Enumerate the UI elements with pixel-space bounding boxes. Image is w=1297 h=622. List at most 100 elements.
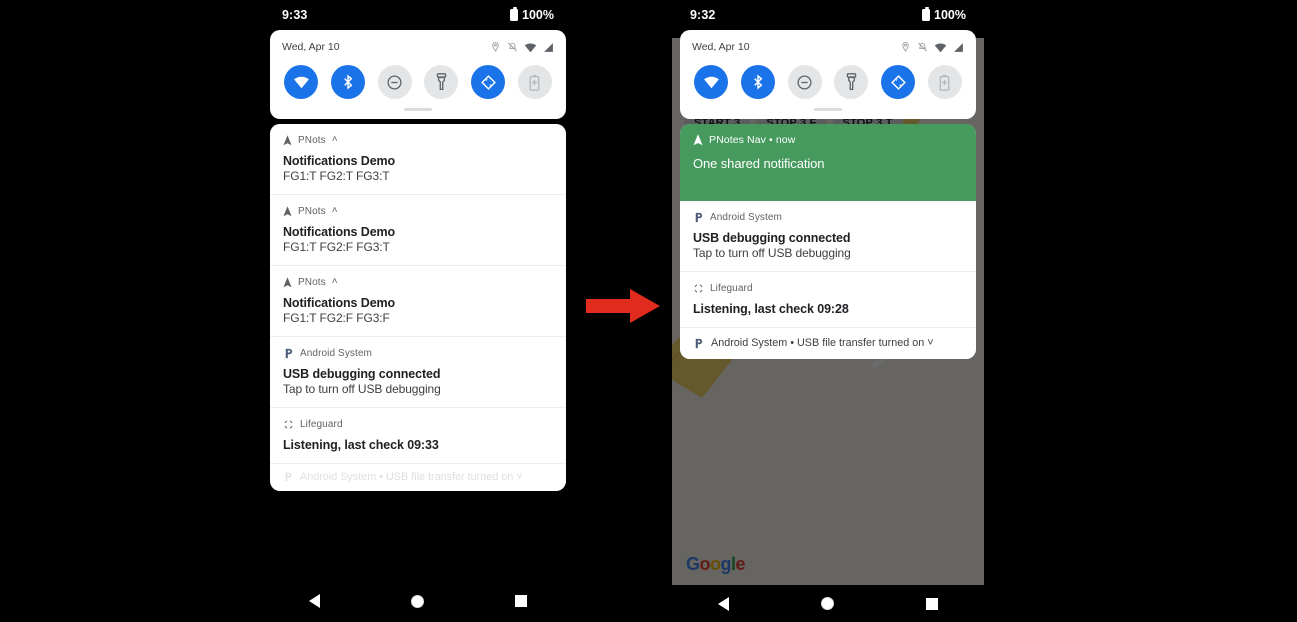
notification-title: Listening, last check 09:28 [693, 302, 849, 316]
status-bar: 9:32 100% [672, 0, 984, 30]
status-right: 100% [922, 6, 966, 22]
auto-rotate-tile[interactable] [471, 65, 506, 99]
screenshot-stage: 9:33 100% Wed, Apr 10 PNots ˄ Notificati… [0, 0, 1297, 622]
navigation-bar [672, 585, 984, 622]
android-system-icon [695, 212, 703, 222]
notification-text: FG1:T FG2:T FG3:T [283, 169, 390, 183]
quick-settings-tiles [692, 65, 964, 99]
summary-text: Android System • USB file transfer turne… [711, 337, 934, 349]
notification-header: PNotes Nav • now [693, 133, 963, 147]
notifications-off-icon [918, 42, 927, 52]
notification-text: Tap to turn off USB debugging [283, 382, 441, 396]
quick-settings-panel: Wed, Apr 10 [680, 30, 976, 119]
notification-item[interactable]: Lifeguard Listening, last check 09:28 [680, 272, 976, 328]
quick-settings-header: Wed, Apr 10 [282, 39, 554, 55]
location-icon [492, 41, 499, 52]
battery-saver-tile[interactable] [517, 65, 552, 99]
notification-summary-row[interactable]: Android System • USB file transfer turne… [680, 328, 976, 359]
back-icon[interactable] [309, 594, 321, 608]
quick-settings-tiles [282, 65, 554, 99]
summary-line: Android System • USB file transfer turne… [283, 471, 553, 483]
notification-app-name: PNots [298, 134, 326, 146]
notification-item[interactable]: Lifeguard Listening, last check 09:33 [270, 408, 566, 464]
recents-icon[interactable] [514, 595, 527, 607]
panel-drag-handle[interactable] [404, 108, 432, 111]
status-bar: 9:33 100% [264, 0, 572, 30]
notification-item[interactable]: Android System USB debugging connected T… [270, 337, 566, 408]
notifications-off-icon [508, 42, 517, 52]
do-not-disturb-tile[interactable] [787, 65, 822, 99]
notification-app-name: Lifeguard [710, 282, 753, 294]
wifi-tile[interactable] [694, 65, 728, 99]
navigation-arrow-icon [693, 134, 703, 146]
bluetooth-tile[interactable] [740, 65, 775, 99]
notification-summary-row[interactable]: Android System • USB file transfer turne… [270, 464, 566, 491]
notification-app-name: Android System [710, 211, 782, 223]
notification-item[interactable]: PNots ˄ Notifications Demo FG1:T FG2:T F… [270, 124, 566, 195]
lifeguard-icon [284, 420, 293, 428]
notification-title: Listening, last check 09:33 [283, 438, 439, 452]
transition-arrow [584, 286, 662, 331]
flashlight-tile[interactable] [424, 65, 459, 99]
bluetooth-tile[interactable] [330, 65, 365, 99]
battery-percent: 100% [934, 8, 966, 22]
battery-icon [510, 6, 519, 21]
battery-saver-tile[interactable] [927, 65, 962, 99]
status-icon-group [490, 41, 554, 53]
recents-icon[interactable] [926, 597, 938, 610]
notification-title: USB debugging connected [693, 231, 851, 245]
wifi-icon [524, 42, 537, 52]
navigation-arrow-icon [283, 205, 292, 216]
chevron-up-icon[interactable]: ˄ [332, 135, 338, 145]
notification-header: Lifeguard [283, 417, 553, 431]
navigation-arrow-icon [283, 134, 292, 145]
notification-title: Notifications Demo [283, 154, 396, 168]
after-phone: Landings Dr Charleston St ngstorff Googl… [672, 0, 984, 622]
summary-line: Android System • USB file transfer turne… [693, 337, 963, 349]
notification-header: Lifeguard [693, 281, 963, 295]
summary-text: Android System • USB file transfer turne… [300, 471, 523, 483]
notification-header: Android System [693, 210, 963, 224]
notification-app-name: PNots [298, 205, 326, 217]
navigation-arrow-icon [283, 276, 292, 287]
before-phone: 9:33 100% Wed, Apr 10 PNots ˄ Notificati… [264, 0, 572, 622]
notification-app-name: Android System [300, 347, 372, 359]
notification-item[interactable]: PNotes Nav • now One shared notification [680, 124, 976, 201]
notification-title: One shared notification [693, 156, 825, 171]
status-time: 9:32 [690, 8, 716, 22]
notification-title: USB debugging connected [283, 367, 441, 381]
notification-app-name: Lifeguard [300, 418, 343, 430]
home-icon[interactable] [821, 597, 834, 610]
navigation-bar [264, 580, 572, 622]
status-right: 100% [510, 6, 554, 22]
do-not-disturb-tile[interactable] [377, 65, 412, 99]
chevron-up-icon[interactable]: ˄ [332, 277, 338, 287]
notification-title: Notifications Demo [283, 225, 396, 239]
location-icon [902, 41, 909, 52]
notification-item[interactable]: Android System USB debugging connected T… [680, 201, 976, 272]
android-system-icon [285, 348, 293, 358]
flashlight-tile[interactable] [834, 65, 869, 99]
notification-header: PNots ˄ [283, 275, 553, 289]
notification-header: PNots ˄ [283, 133, 553, 147]
notification-shade: PNotes Nav • now One shared notification… [680, 124, 976, 359]
before-phone-screen: 9:33 100% Wed, Apr 10 PNots ˄ Notificati… [264, 0, 572, 580]
notification-item[interactable]: PNots ˄ Notifications Demo FG1:T FG2:F F… [270, 266, 566, 337]
back-icon[interactable] [718, 596, 729, 611]
android-system-icon [695, 338, 703, 348]
quick-settings-date: Wed, Apr 10 [282, 41, 340, 53]
notification-text: FG1:T FG2:F FG3:F [283, 311, 390, 325]
lifeguard-icon [694, 284, 703, 292]
notification-header: PNots ˄ [283, 204, 553, 218]
battery-icon [922, 6, 931, 21]
auto-rotate-tile[interactable] [881, 65, 916, 99]
panel-drag-handle[interactable] [814, 108, 842, 111]
chevron-up-icon[interactable]: ˄ [332, 206, 338, 216]
notification-text: Tap to turn off USB debugging [693, 246, 851, 260]
notification-text: FG1:T FG2:F FG3:T [283, 240, 390, 254]
quick-settings-date: Wed, Apr 10 [692, 41, 750, 53]
wifi-tile[interactable] [284, 65, 318, 99]
notification-item[interactable]: PNots ˄ Notifications Demo FG1:T FG2:F F… [270, 195, 566, 266]
home-icon[interactable] [410, 594, 424, 608]
signal-icon [954, 42, 963, 52]
